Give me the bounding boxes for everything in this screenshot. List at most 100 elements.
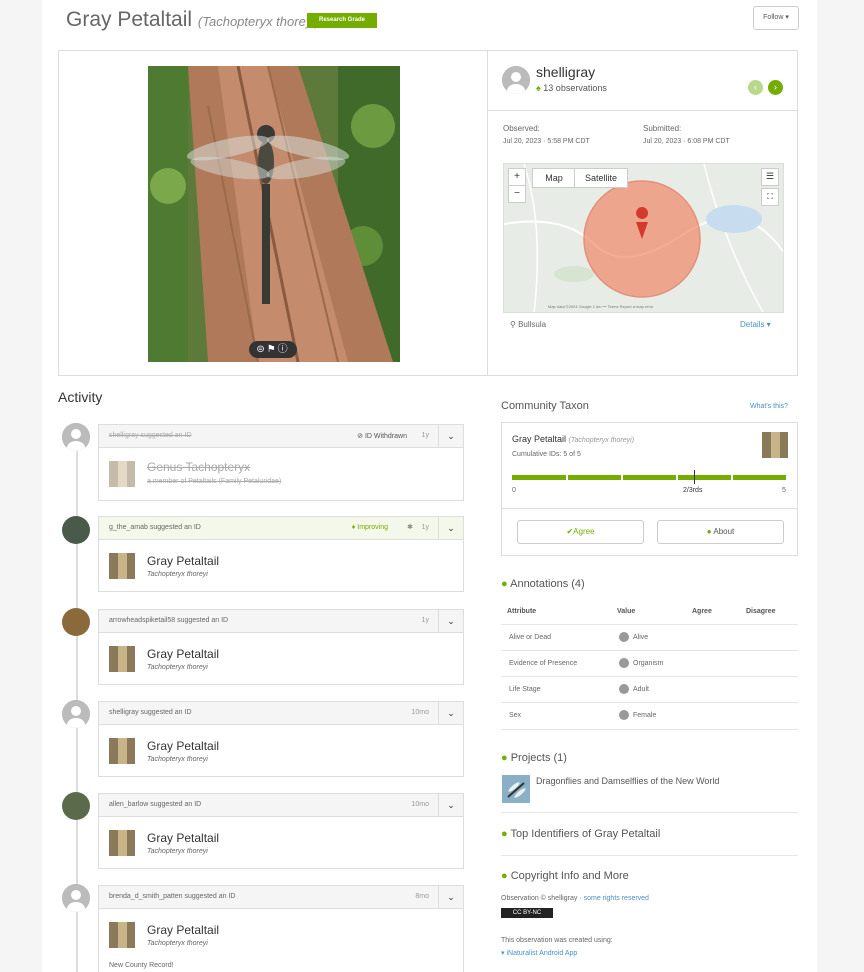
chevron-down-icon[interactable]: ⌄: [438, 610, 463, 632]
copyright-heading[interactable]: ● Copyright Info and More: [501, 870, 629, 882]
annotation-value[interactable]: Alive: [619, 632, 648, 642]
taxon-scientific-name: Tachopteryx thoreyi: [147, 848, 208, 855]
improving-status: ♦ Improving: [351, 524, 388, 531]
observer-avatar[interactable]: [502, 66, 530, 94]
annotation-dot-icon: [619, 684, 629, 694]
project-thumbnail[interactable]: [502, 775, 530, 803]
map-zoom-in-button[interactable]: +: [508, 168, 526, 186]
annotation-dot-icon: [619, 658, 629, 668]
identification-card: shelligray suggested an ID 10mo ⌄ Gray P…: [98, 701, 464, 777]
taxon-name[interactable]: Gray Petaltail: [147, 554, 219, 568]
identification-time: 10mo: [411, 709, 429, 716]
taxon-name[interactable]: Genus Tachopteryx: [147, 460, 250, 474]
scale-min: 0: [512, 487, 516, 494]
identification-author: g_the_amab suggested an ID: [109, 524, 201, 531]
agree-button[interactable]: ✔Agree: [517, 520, 644, 544]
chevron-down-icon[interactable]: ⌄: [438, 517, 463, 539]
chevron-down-icon[interactable]: ⌄: [438, 794, 463, 816]
whats-this-link[interactable]: What's this?: [750, 403, 788, 410]
identification-author: shelligray suggested an ID: [109, 709, 192, 716]
agreement-bar-segment: [678, 475, 731, 480]
identification-time: 10mo: [411, 801, 429, 808]
identification-card: g_the_amab suggested an ID ♦ Improving ✱…: [98, 516, 464, 592]
cumulative-ids: Cumulative IDs: 5 of 5: [512, 451, 581, 458]
research-grade-badge: Research Grade: [307, 13, 377, 28]
identifier-avatar[interactable]: [62, 423, 90, 451]
id-withdrawn-status: ⊘ ID Withdrawn: [357, 433, 407, 440]
taxon-thumbnail[interactable]: [109, 738, 135, 764]
taxon-thumbnail[interactable]: [109, 646, 135, 672]
community-taxon-heading: Community Taxon: [501, 400, 589, 412]
location-map[interactable]: + − Map Satellite ☰ ⛶ Map data ©2024 Goo…: [503, 163, 784, 313]
identifier-avatar[interactable]: [62, 516, 90, 544]
taxon-name[interactable]: Gray Petaltail: [147, 831, 219, 845]
map-attribution: Map data ©2024 Google 1 km ⎯⎯ Terms Repo…: [548, 304, 654, 309]
page-title: Gray Petaltail (Tachopteryx thoreyi): [66, 8, 320, 31]
chevron-down-icon[interactable]: ⌄: [438, 702, 463, 724]
community-taxon-thumbnail[interactable]: [762, 432, 788, 458]
activity-heading: Activity: [58, 389, 103, 405]
annotation-row: Sex Female: [501, 702, 798, 730]
annotation-value[interactable]: Adult: [619, 684, 649, 694]
cc-license-badge[interactable]: CC BY-NC: [501, 908, 553, 918]
previous-observation-button[interactable]: ‹: [748, 80, 763, 95]
next-observation-button[interactable]: ›: [768, 80, 783, 95]
taxon-scientific-name: Tachopteryx thoreyi: [147, 571, 208, 578]
observed-label: Observed:: [503, 124, 540, 133]
follow-button[interactable]: Follow ▾: [753, 6, 799, 30]
annotation-attribute: Life Stage: [509, 686, 541, 693]
identifier-avatar[interactable]: [62, 792, 90, 820]
map-tab-satellite[interactable]: Satellite: [574, 168, 628, 188]
identifier-avatar[interactable]: [62, 608, 90, 636]
identification-time: 1y: [421, 432, 429, 439]
identification-card: allen_barlow suggested an ID 10mo ⌄ Gray…: [98, 793, 464, 869]
chevron-down-icon[interactable]: ⌄: [438, 886, 463, 908]
section-divider: [501, 812, 798, 813]
community-taxon-name[interactable]: Gray Petaltail (Tachopteryx thoreyi): [512, 434, 634, 444]
observation-photo[interactable]: [148, 66, 400, 362]
two-thirds-marker: [694, 470, 695, 484]
details-link[interactable]: Details ▾: [740, 320, 771, 329]
identifier-avatar[interactable]: [62, 700, 90, 728]
taxon-name[interactable]: Gray Petaltail: [147, 739, 219, 753]
photo-controls[interactable]: ⊜⚑ⓘ: [249, 341, 297, 358]
annotation-value[interactable]: Female: [619, 710, 656, 720]
taxon-thumbnail[interactable]: [109, 830, 135, 856]
chevron-down-icon[interactable]: ⌄: [438, 425, 463, 447]
withdrawn-icon: ⊘: [357, 433, 364, 440]
map-zoom-out-button[interactable]: −: [508, 185, 526, 203]
annotations-heading[interactable]: ● Annotations (4): [501, 578, 585, 590]
chevron-circle-icon: ●: [501, 828, 508, 840]
dragonfly-icon: [502, 775, 530, 803]
improving-icon: ♦: [351, 524, 356, 531]
annotation-dot-icon: [619, 632, 629, 642]
projects-heading[interactable]: ● Projects (1): [501, 752, 567, 764]
taxon-thumbnail[interactable]: [109, 922, 135, 948]
submitted-date: Jul 20, 2023 · 6:08 PM CDT: [643, 138, 730, 145]
identification-card: shelligray suggested an ID ⊘ ID Withdraw…: [98, 424, 464, 501]
identification-card: arrowheadspiketail58 suggested an ID 1y …: [98, 609, 464, 685]
created-using-label: This observation was created using:: [501, 937, 613, 944]
annotation-row: Evidence of Presence Organism: [501, 650, 798, 677]
android-app-link[interactable]: ▾ iNaturalist Android App: [501, 949, 577, 957]
project-name[interactable]: Dragonflies and Damselflies of the New W…: [536, 776, 719, 786]
scale-max: 5: [782, 487, 786, 494]
taxon-name[interactable]: Gray Petaltail: [147, 923, 219, 937]
map-fullscreen-icon[interactable]: ⛶: [761, 188, 779, 206]
identifier-avatar[interactable]: [62, 884, 90, 912]
dragonfly-photo-image: [148, 66, 400, 362]
some-rights-reserved-link[interactable]: some rights reserved: [584, 895, 649, 902]
card-divider: [487, 51, 488, 375]
user-icon: [62, 423, 90, 451]
taxon-thumbnail[interactable]: [109, 553, 135, 579]
taxon-name[interactable]: Gray Petaltail: [147, 647, 219, 661]
taxon-thumbnail[interactable]: [109, 461, 135, 487]
map-layers-icon[interactable]: ☰: [761, 168, 779, 186]
annotation-value[interactable]: Organism: [619, 658, 663, 668]
observer-observation-count[interactable]: ♠ 13 observations: [536, 83, 607, 93]
about-button[interactable]: ● About: [657, 520, 784, 544]
top-identifiers-heading[interactable]: ● Top Identifiers of Gray Petaltail: [501, 828, 660, 840]
observer-username[interactable]: shelligray: [536, 64, 595, 80]
map-tab-map[interactable]: Map: [532, 168, 576, 188]
user-icon: [62, 700, 90, 728]
